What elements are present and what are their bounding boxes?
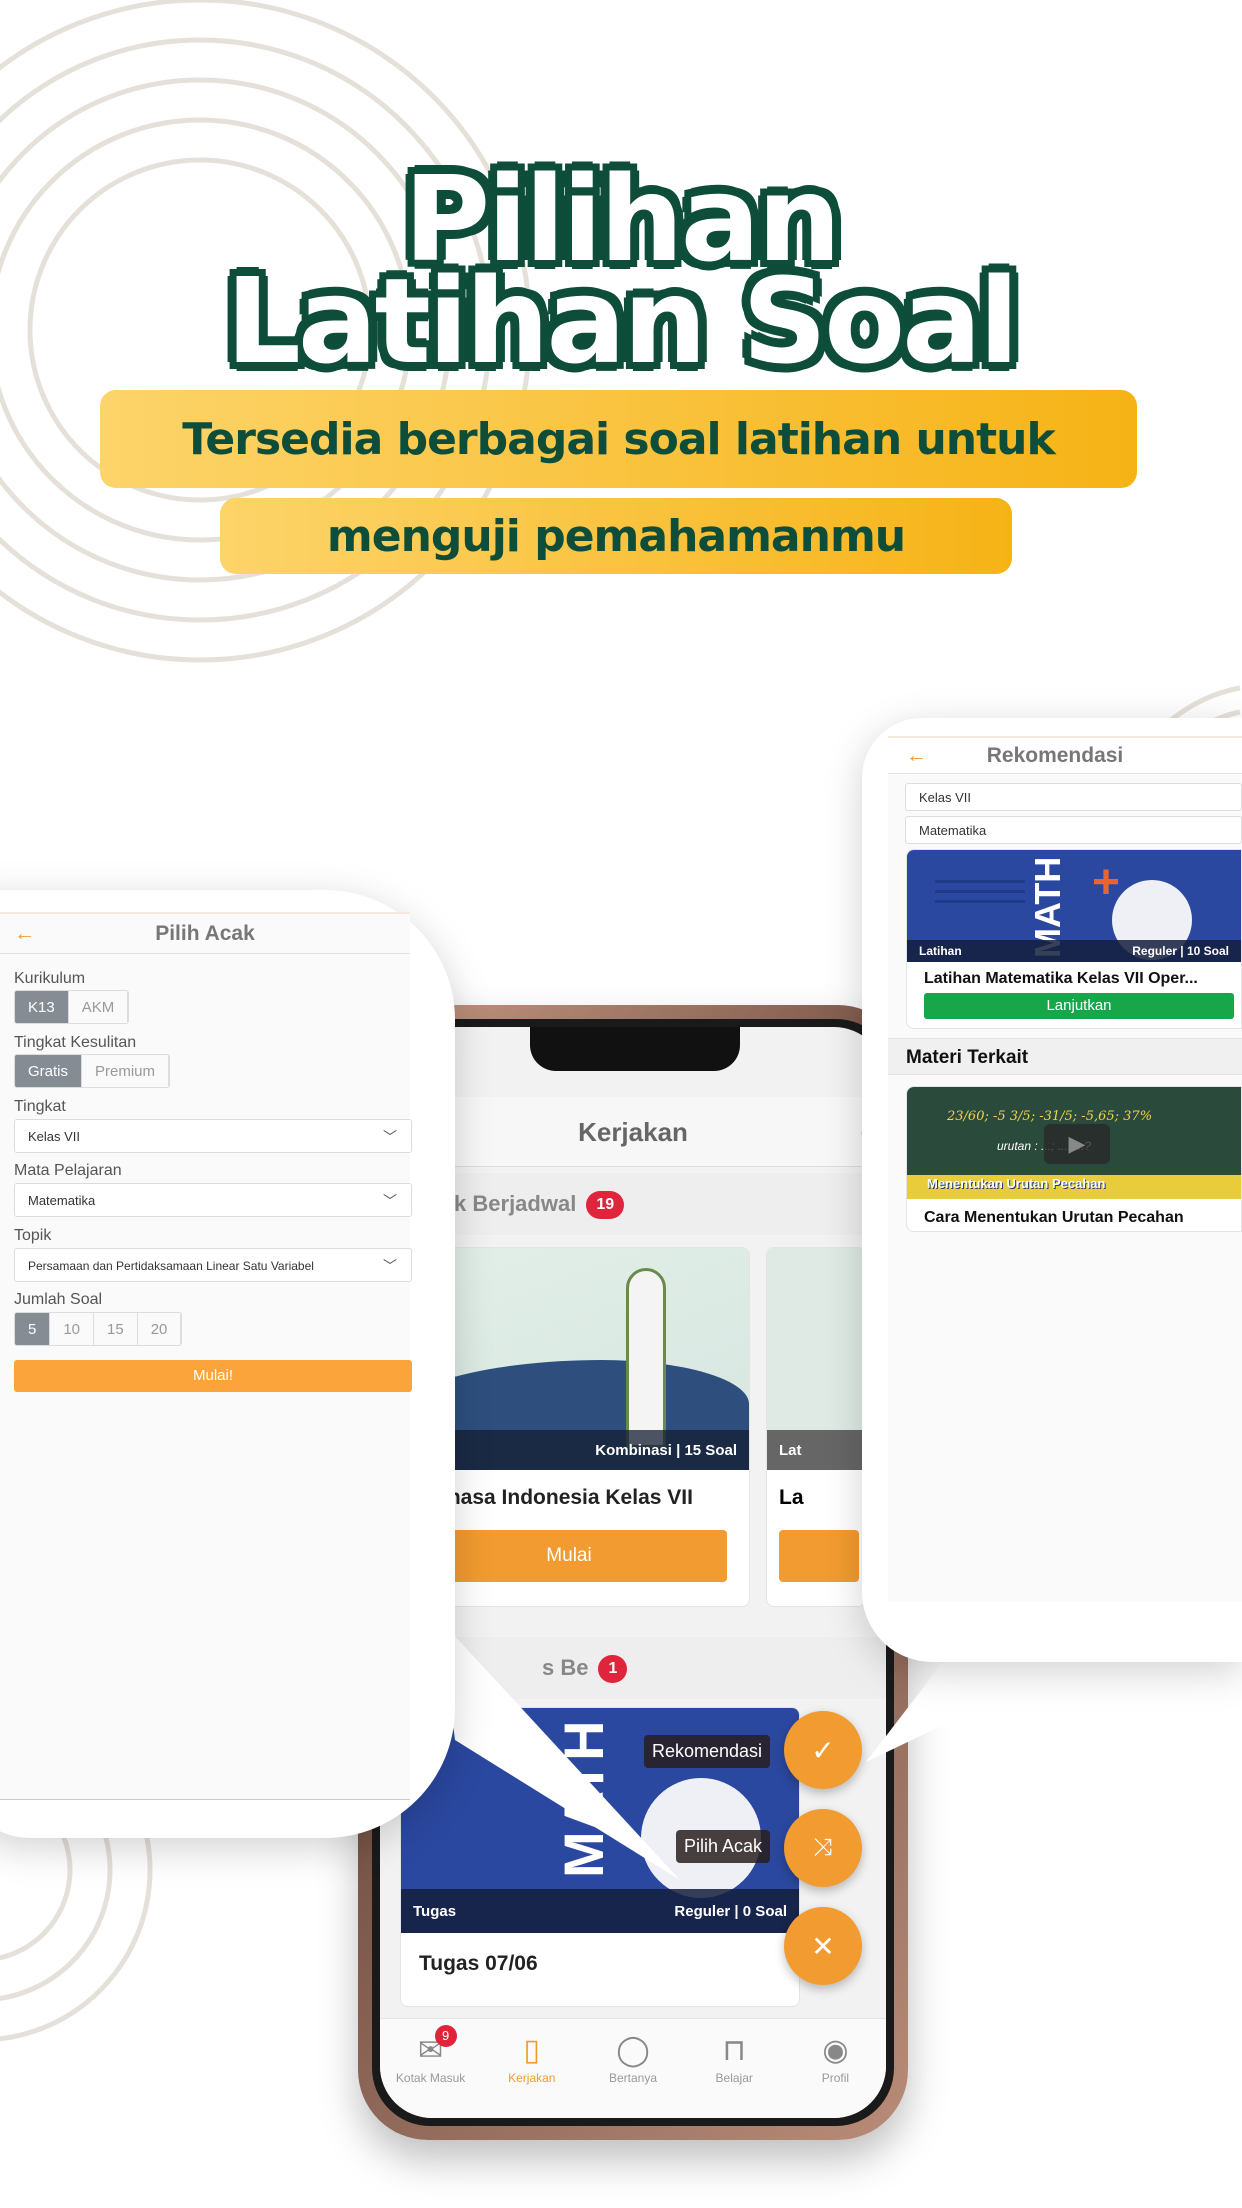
card-title: Latihan Matematika Kelas VII Oper... — [924, 970, 1198, 987]
video-formula: 23/60; -5 3/5; -31/5; -5,65; 37% — [947, 1109, 1153, 1124]
option-akm[interactable]: AKM — [68, 991, 129, 1023]
kesulitan-label: Tingkat Kesulitan — [14, 1034, 137, 1051]
mulai-button[interactable]: Mulai! — [14, 1360, 412, 1392]
select-value: Kelas VII — [28, 1129, 81, 1144]
recommended-card[interactable]: MATH + Latihan Reguler | 10 Soal Latihan … — [906, 849, 1242, 1029]
mapel-label: Mata Pelajaran — [14, 1162, 122, 1179]
option-premium[interactable]: Premium — [82, 1055, 170, 1087]
card-tag-band: Latihan Reguler | 10 Soal — [907, 940, 1241, 962]
back-arrow-icon[interactable]: ← — [906, 738, 927, 774]
topik-label: Topik — [14, 1227, 52, 1244]
math-illustration: MATH + Latihan Reguler | 10 Soal — [907, 850, 1241, 962]
video-caption: Cara Menentukan Urutan Pecahan — [924, 1209, 1184, 1226]
mapel-select[interactable]: Matematika ﹀ — [14, 1183, 412, 1217]
option-k13[interactable]: K13 — [15, 991, 69, 1023]
select-value: Matematika — [28, 1193, 96, 1208]
jumlah-toggle: 5 10 15 20 — [14, 1312, 183, 1346]
jumlah-label: Jumlah Soal — [14, 1291, 103, 1308]
plus-symbol: + — [1092, 856, 1121, 909]
rekomendasi-header: ← Rekomendasi — [888, 738, 1242, 774]
lanjutkan-button[interactable]: Lanjutkan — [924, 993, 1234, 1019]
tingkat-select[interactable]: Kelas VII ﹀ — [14, 1119, 412, 1153]
pilih-acak-header: ← Pilih Acak — [0, 914, 410, 954]
rekomendasi-panel: ← Rekomendasi Kelas VII Matematika MATH … — [862, 718, 1242, 1662]
back-arrow-icon[interactable]: ← — [14, 914, 35, 954]
kesulitan-toggle: Gratis Premium — [14, 1054, 171, 1088]
option-10[interactable]: 10 — [50, 1313, 95, 1345]
mapel-field[interactable]: Matematika — [905, 816, 1242, 844]
kurikulum-label: Kurikulum — [14, 970, 86, 987]
select-value: Persamaan dan Pertidaksamaan Linear Satu… — [28, 1259, 314, 1273]
option-5[interactable]: 5 — [15, 1313, 51, 1345]
video-card[interactable]: 23/60; -5 3/5; -31/5; -5,65; 37% urutan … — [906, 1086, 1242, 1232]
card-tag-left: Latihan — [919, 944, 962, 958]
video-thumbnail: 23/60; -5 3/5; -31/5; -5,65; 37% urutan … — [907, 1087, 1241, 1199]
kurikulum-toggle: K13 AKM — [14, 990, 130, 1024]
page-title: Rekomendasi — [986, 744, 1124, 767]
chevron-down-icon: ﹀ — [383, 1129, 397, 1145]
page-title: Pilih Acak — [155, 922, 255, 945]
kelas-field[interactable]: Kelas VII — [905, 783, 1242, 811]
form-body: Kurikulum K13 AKM Tingkat Kesulitan Grati… — [0, 954, 412, 1800]
card-tag-right: Reguler | 10 Soal — [1132, 944, 1229, 958]
pilih-acak-panel: ← Pilih Acak Kurikulum K13 AKM Tingkat Ke… — [0, 890, 455, 1838]
video-banner-text: Menentukan Urutan Pecahan — [927, 1176, 1106, 1191]
topik-select[interactable]: Persamaan dan Pertidaksamaan Linear Satu… — [14, 1248, 412, 1282]
chevron-down-icon: ﹀ — [383, 1258, 397, 1274]
chevron-down-icon: ﹀ — [383, 1193, 397, 1209]
play-icon[interactable]: ▶ — [1044, 1124, 1110, 1164]
option-20[interactable]: 20 — [137, 1313, 182, 1345]
option-gratis[interactable]: Gratis — [15, 1055, 83, 1087]
tingkat-label: Tingkat — [14, 1098, 66, 1115]
materi-terkait-heading: Materi Terkait — [888, 1038, 1242, 1075]
option-15[interactable]: 15 — [94, 1313, 138, 1345]
